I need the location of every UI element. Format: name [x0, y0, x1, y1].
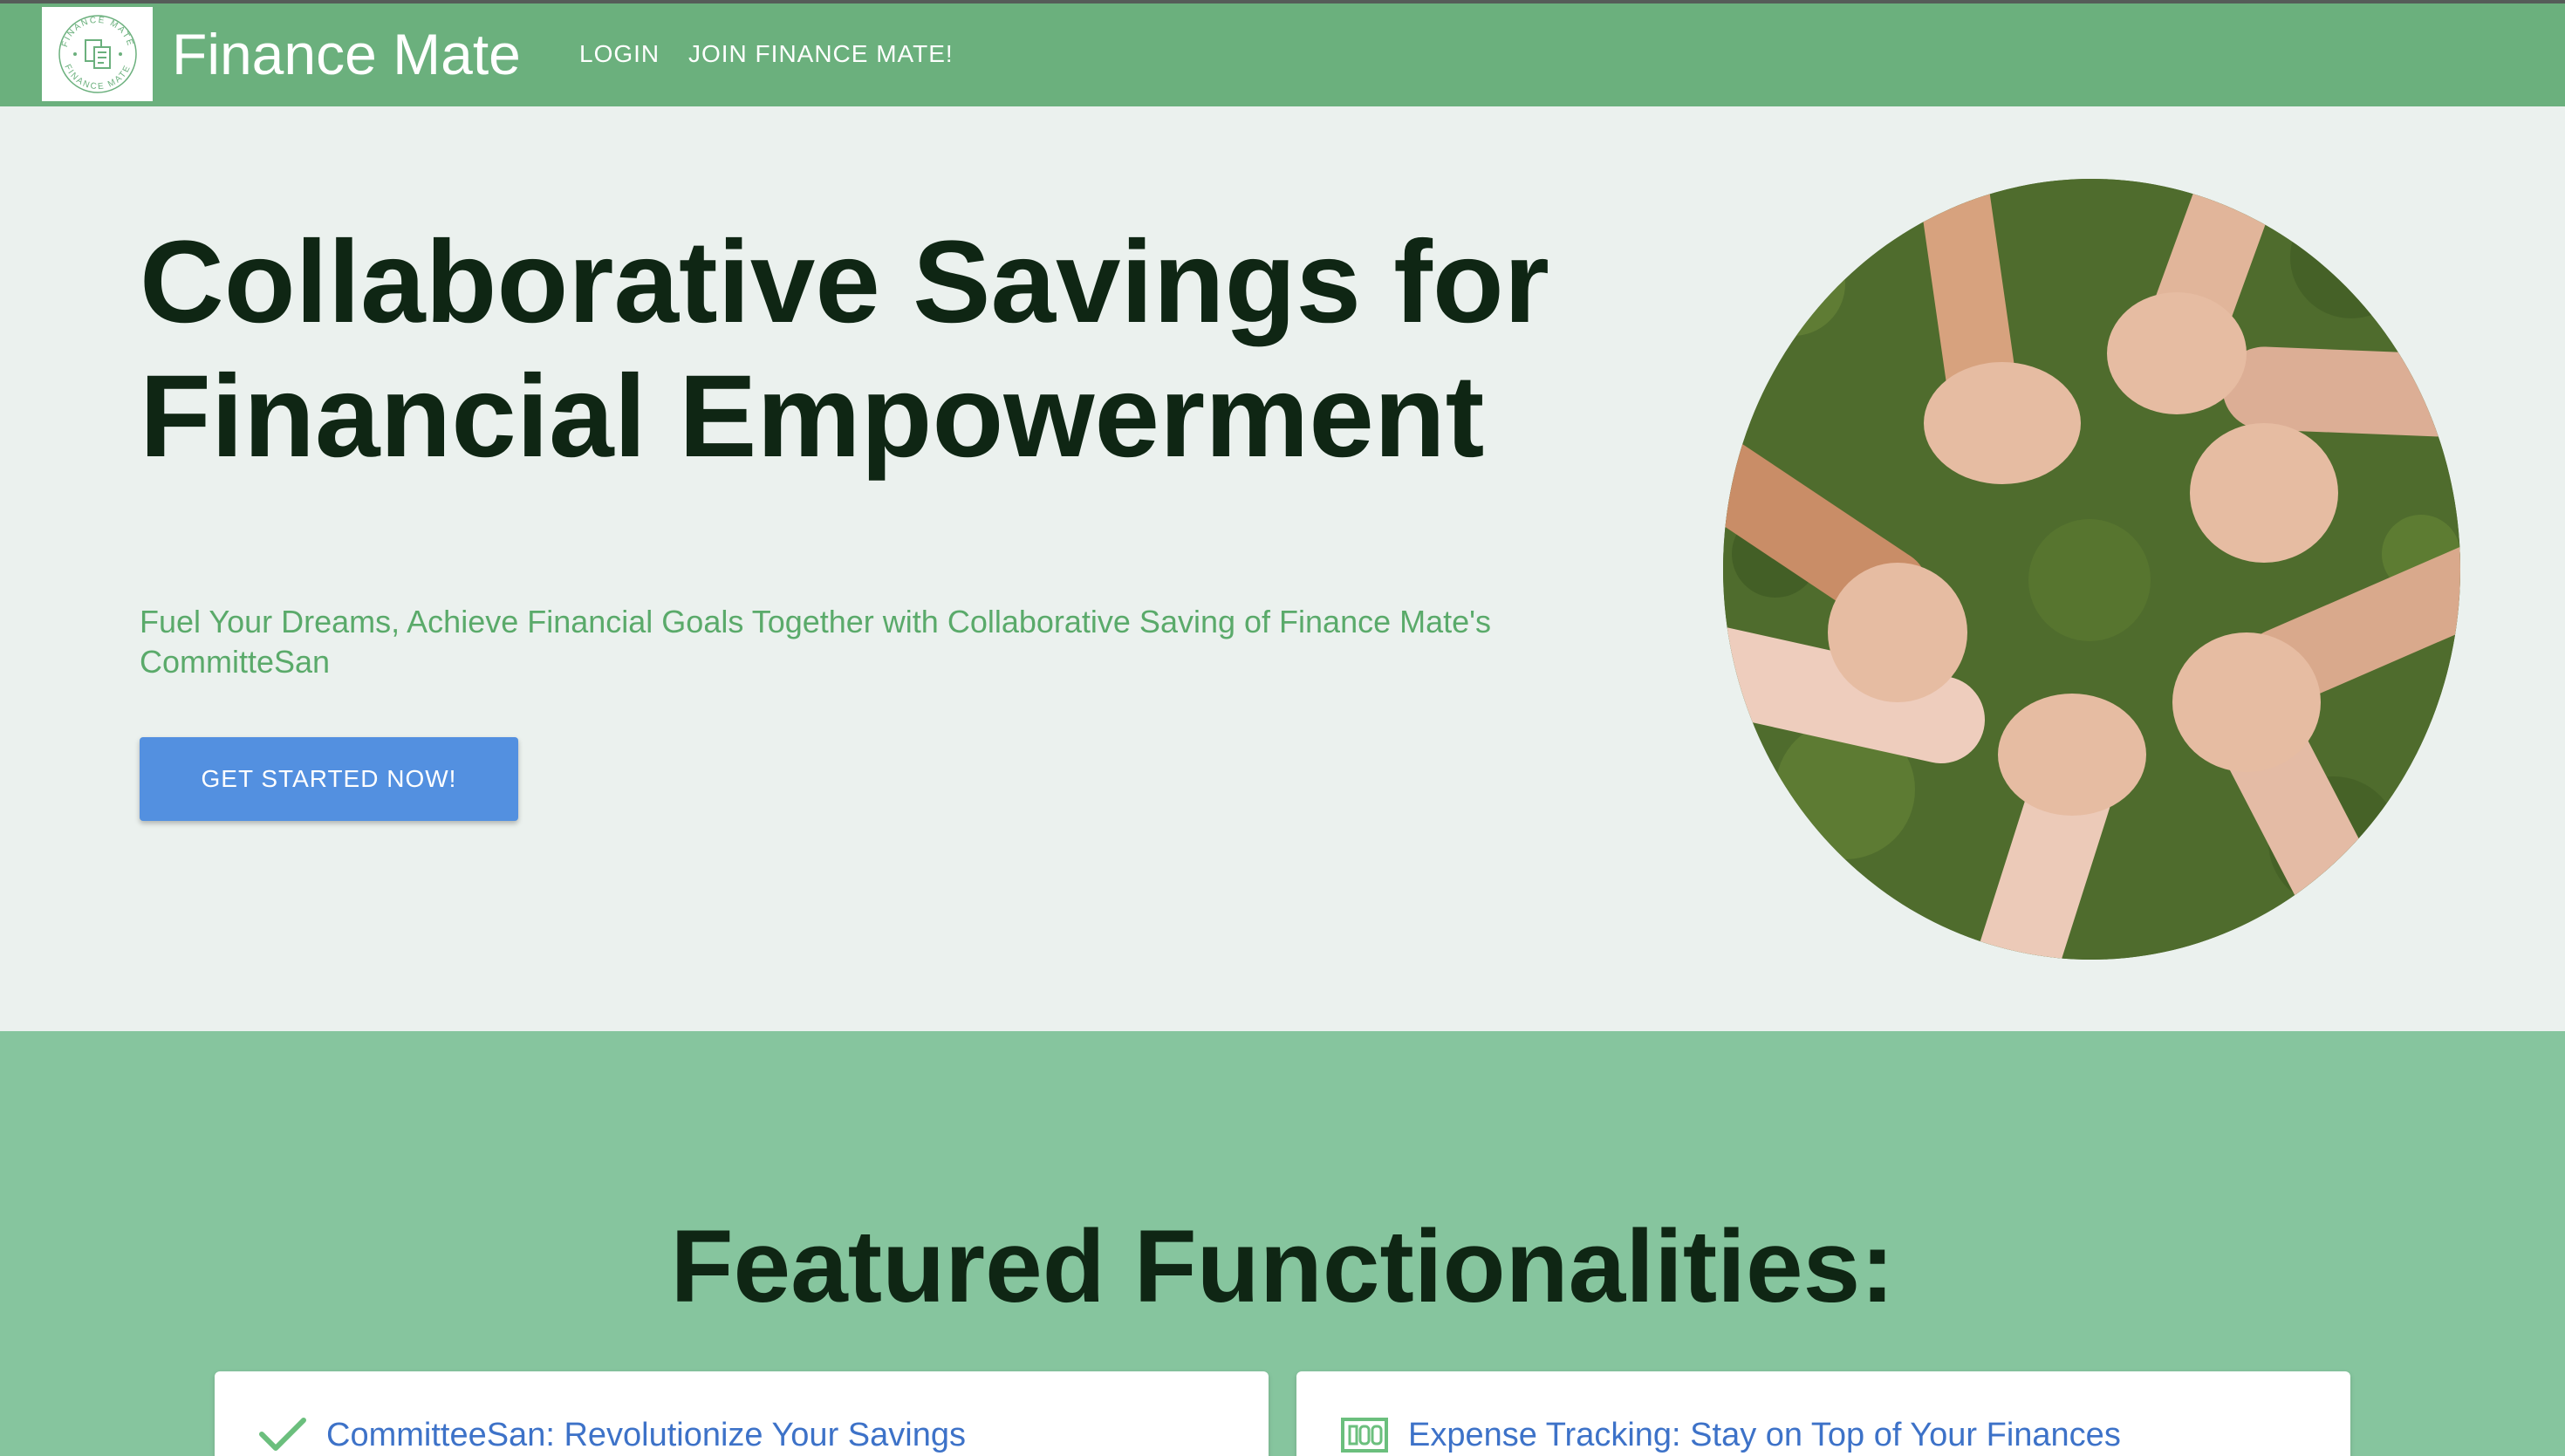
feature-card-title[interactable]: Expense Tracking: Stay on Top of Your Fi…: [1408, 1415, 2121, 1455]
svg-text:FINANCE MATE: FINANCE MATE: [59, 16, 134, 49]
checkmark-icon: [259, 1418, 306, 1451]
money-bill-icon: [1341, 1418, 1388, 1453]
hero-subtitle: Fuel Your Dreams, Achieve Financial Goal…: [140, 604, 1492, 680]
get-started-button[interactable]: GET STARTED NOW!: [140, 737, 518, 821]
features-title: Featured Functionalities:: [670, 1209, 1895, 1324]
feature-card-expense-tracking[interactable]: Expense Tracking: Stay on Top of Your Fi…: [1296, 1371, 2350, 1456]
nav-join-link[interactable]: JOIN FINANCE MATE!: [688, 38, 954, 70]
feature-card-title[interactable]: CommitteeSan: Revolutionize Your Savings: [326, 1415, 966, 1455]
top-navigation-bar: FINANCE MATE FINANCE MATE Finance Mate L…: [0, 0, 2565, 106]
hero-image: [1723, 179, 2460, 960]
nav-login-link[interactable]: LOGIN: [579, 38, 660, 70]
hero-title: Collaborative Savings for Financial Empo…: [140, 217, 1549, 482]
logo-emblem-icon: FINANCE MATE FINANCE MATE: [58, 15, 137, 93]
brand-name[interactable]: Finance Mate: [172, 19, 521, 89]
joined-hands-illustration: [1723, 179, 2460, 960]
feature-card-committeesan[interactable]: CommitteeSan: Revolutionize Your Savings: [215, 1371, 1269, 1456]
finance-mate-logo[interactable]: FINANCE MATE FINANCE MATE: [42, 7, 153, 101]
